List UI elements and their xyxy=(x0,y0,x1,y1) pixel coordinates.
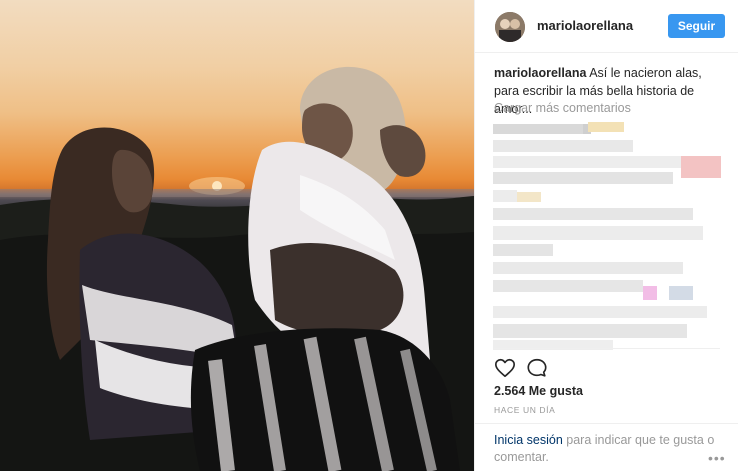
more-options-icon[interactable]: ••• xyxy=(708,450,726,466)
divider xyxy=(494,348,720,349)
follow-button[interactable]: Seguir xyxy=(668,14,725,38)
login-link[interactable]: Inicia sesión xyxy=(494,433,563,447)
post-photo[interactable] xyxy=(0,0,474,471)
profile-picture-icon xyxy=(495,12,525,42)
post-sidebar: mariolaorellana Seguir mariolaorellana A… xyxy=(474,0,738,471)
caption-author[interactable]: mariolaorellana xyxy=(494,66,586,80)
post-timestamp[interactable]: HACE UN DÍA xyxy=(494,405,555,415)
username-link[interactable]: mariolaorellana xyxy=(537,18,633,33)
like-count[interactable]: 2.564 Me gusta xyxy=(494,384,583,398)
comment-icon[interactable] xyxy=(526,357,548,379)
redacted-comments xyxy=(493,120,725,350)
instagram-post: mariolaorellana Seguir mariolaorellana A… xyxy=(0,0,738,471)
sunset-scene xyxy=(0,66,474,471)
post-header: mariolaorellana Seguir xyxy=(475,0,738,53)
login-prompt: Inicia sesión para indicar que te gusta … xyxy=(494,432,718,466)
load-more-comments-link[interactable]: Cargar más comentarios xyxy=(494,101,631,115)
pixelated-comments-image xyxy=(493,122,721,350)
avatar[interactable] xyxy=(495,12,525,42)
divider xyxy=(475,423,738,424)
heart-icon[interactable] xyxy=(494,357,516,379)
